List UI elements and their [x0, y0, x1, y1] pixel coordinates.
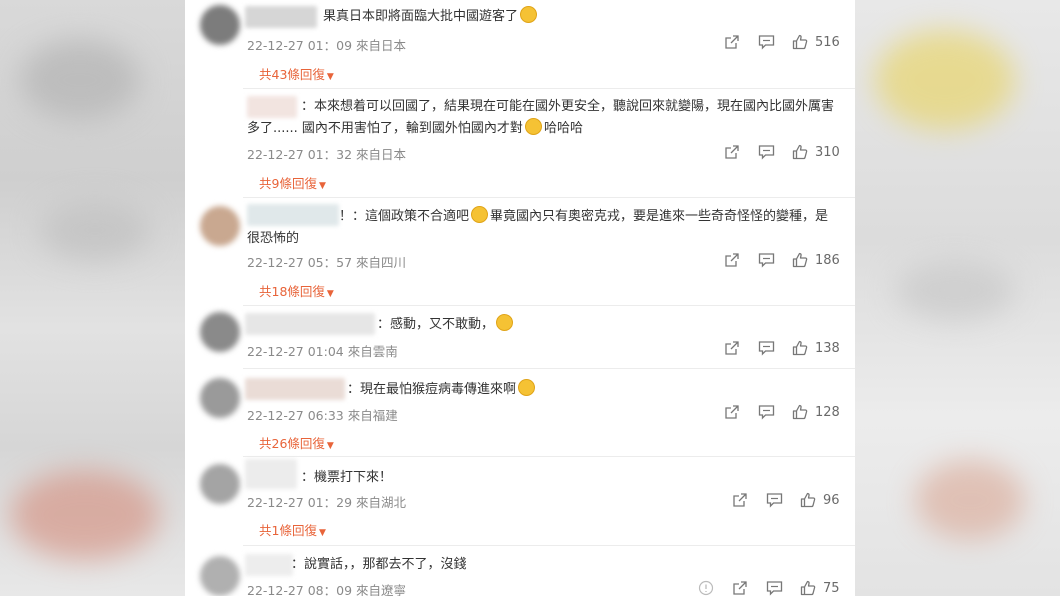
like-count: 138: [815, 340, 840, 356]
thumbs-up-icon[interactable]: [791, 33, 809, 51]
reply-count-link[interactable]: 共18條回復 ▼: [259, 281, 334, 300]
avatar[interactable]: [200, 206, 240, 246]
divider: [243, 545, 855, 546]
comment-text: ：感動，又不敢動，: [377, 314, 515, 336]
avatar[interactable]: [200, 464, 240, 504]
like-count: 186: [815, 252, 840, 268]
emoji-icon: [524, 118, 542, 135]
comment-icon[interactable]: [757, 403, 775, 421]
emoji-icon: [496, 314, 514, 331]
thumbs-up-icon[interactable]: [799, 491, 817, 509]
timestamp: 22-12-27 08：09: [247, 583, 353, 596]
location: 來自雲南: [347, 344, 398, 359]
emoji-icon: [471, 206, 489, 223]
like-count: 75: [823, 580, 840, 596]
thumbs-up-icon[interactable]: [791, 403, 809, 421]
comment-text: ！：這個政策不合適吧 畢竟國內只有奧密克戎，要是進來一些奇奇怪怪的變種，是很恐怖的: [247, 206, 839, 250]
location: 來自日本: [356, 38, 407, 53]
comment-meta: 22-12-27 06:33 來自福建: [247, 405, 398, 424]
blurred-background-right: [855, 0, 1060, 596]
comment-icon[interactable]: [757, 143, 775, 161]
timestamp: 22-12-27 01:04: [247, 344, 344, 359]
comment-meta: 22-12-27 01：09 來自日本: [247, 35, 406, 54]
comment-meta: 22-12-27 05：57 來自四川: [247, 252, 406, 271]
comment-icon[interactable]: [757, 33, 775, 51]
comment-text: 果真日本即將面臨大批中國遊客了: [323, 6, 539, 28]
timestamp: 22-12-27 01：32: [247, 147, 353, 162]
comment-actions: 138: [723, 338, 840, 358]
username[interactable]: [245, 6, 317, 28]
share-icon[interactable]: [723, 403, 741, 421]
comment-list: 果真日本即將面臨大批中國遊客了 22-12-27 01：09 來自日本 516 …: [185, 0, 855, 596]
timestamp: 22-12-27 06:33: [247, 408, 344, 423]
share-icon[interactable]: [723, 339, 741, 357]
comment-meta: 22-12-27 01:04 來自雲南: [247, 341, 398, 360]
emoji-icon: [520, 6, 538, 23]
comment-meta: 22-12-27 08：09 來自遼寧: [247, 580, 406, 596]
location: 來自湖北: [356, 495, 407, 510]
comment-actions: 186: [723, 250, 840, 270]
location: 來自日本: [356, 147, 407, 162]
comment-actions: 516: [723, 32, 840, 52]
like-count: 128: [815, 404, 840, 420]
comment-icon[interactable]: [757, 339, 775, 357]
like-count: 310: [815, 144, 840, 160]
share-icon[interactable]: [731, 579, 749, 596]
comment-actions: 75: [697, 578, 840, 596]
timestamp: 22-12-27 05：57: [247, 255, 353, 270]
thumbs-up-icon[interactable]: [791, 251, 809, 269]
divider: [243, 456, 855, 457]
comment-text: ：現在最怕猴痘病毒傳進來啊: [347, 379, 537, 401]
divider: [243, 197, 855, 198]
thumbs-up-icon[interactable]: [791, 339, 809, 357]
divider: [243, 88, 855, 89]
comment-icon[interactable]: [757, 251, 775, 269]
comment-text: ：本來想着可以回國了，結果現在可能在國外更安全，聽說回來就變陽，現在國內比國外厲…: [247, 99, 835, 136]
avatar[interactable]: [200, 5, 240, 45]
avatar[interactable]: [200, 556, 240, 596]
reply-count-link[interactable]: 共26條回復 ▼: [259, 433, 334, 452]
thumbs-up-icon[interactable]: [799, 579, 817, 596]
divider: [243, 368, 855, 369]
emoji-icon: [518, 379, 536, 396]
timestamp: 22-12-27 01：09: [247, 38, 353, 53]
comment-actions: 128: [723, 402, 840, 422]
comment-meta: 22-12-27 01：32 來自日本: [247, 144, 406, 163]
blurred-background-left: [0, 0, 185, 596]
avatar[interactable]: [200, 312, 240, 352]
comment-icon[interactable]: [765, 579, 783, 596]
reply-count-link[interactable]: 共43條回復 ▼: [259, 64, 334, 83]
comment-text: ：機票打下來！: [301, 470, 393, 485]
timestamp: 22-12-27 01：29: [247, 495, 353, 510]
share-icon[interactable]: [723, 143, 741, 161]
comment-actions: 310: [723, 142, 840, 162]
divider: [243, 305, 855, 306]
share-icon[interactable]: [723, 251, 741, 269]
comment-actions: 96: [731, 490, 840, 510]
like-count: 516: [815, 34, 840, 50]
info-icon[interactable]: [697, 579, 715, 596]
username[interactable]: [245, 378, 345, 400]
share-icon[interactable]: [723, 33, 741, 51]
username[interactable]: [245, 554, 293, 576]
thumbs-up-icon[interactable]: [791, 143, 809, 161]
reply-count-link[interactable]: 共1條回復 ▼: [259, 520, 326, 539]
comment-icon[interactable]: [765, 491, 783, 509]
like-count: 96: [823, 492, 840, 508]
reply-count-link[interactable]: 共9條回復 ▼: [259, 173, 326, 192]
share-icon[interactable]: [731, 491, 749, 509]
comment-text: ：說實話，，那都去不了，沒錢: [291, 557, 467, 572]
location: 來自四川: [356, 255, 407, 270]
username[interactable]: [245, 459, 297, 489]
comment-meta: 22-12-27 01：29 來自湖北: [247, 492, 406, 511]
location: 來自福建: [347, 408, 398, 423]
avatar[interactable]: [200, 378, 240, 418]
location: 來自遼寧: [356, 583, 407, 596]
username[interactable]: [245, 313, 375, 335]
